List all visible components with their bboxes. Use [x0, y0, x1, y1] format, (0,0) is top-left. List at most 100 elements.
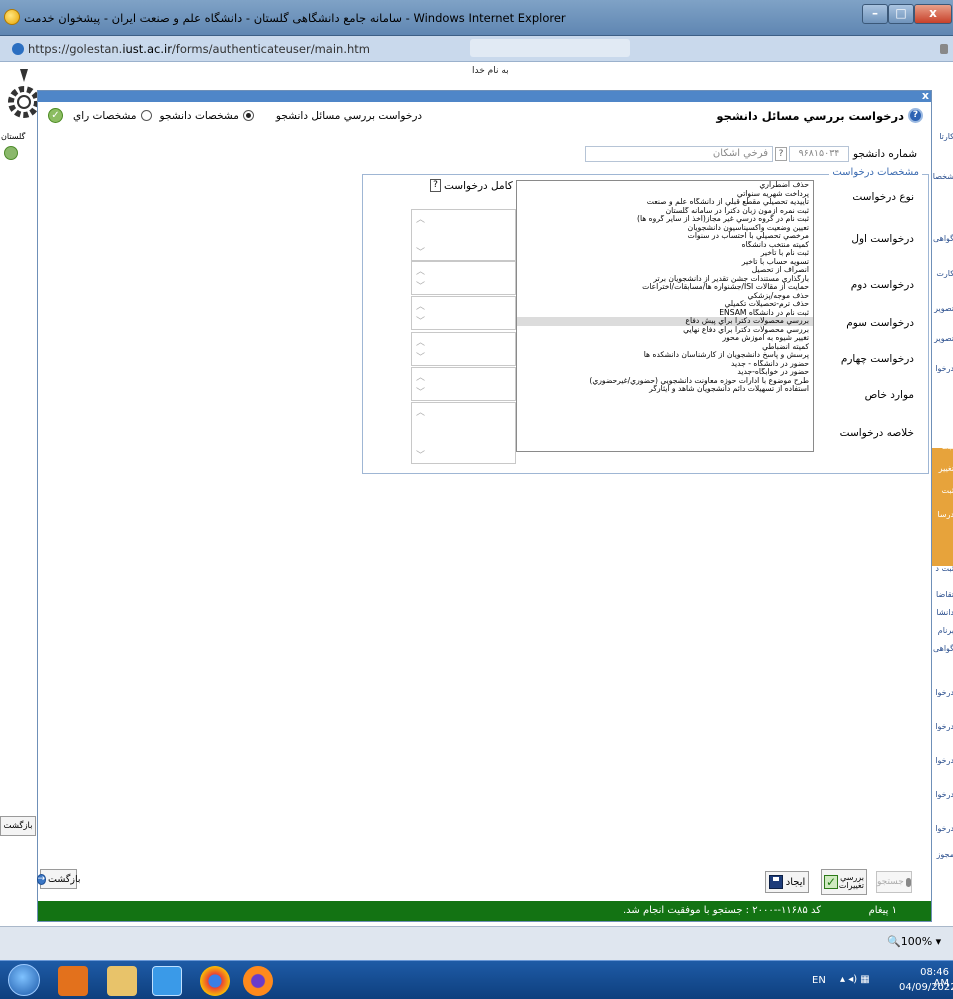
dropdown-option[interactable]: ثبت نام در دانشگاه ENSAM — [517, 309, 813, 318]
dropdown-option[interactable]: تعيين وضعيت واكسيناسيون دانشجويان — [517, 224, 813, 233]
right-menu-item[interactable]: تغییر — [930, 464, 953, 473]
right-menu-item[interactable]: درخوا — [930, 364, 953, 373]
first-request-textarea[interactable]: ︿ ﹀ — [411, 209, 516, 261]
dropdown-option[interactable]: تسويه حساب با تاخير — [517, 258, 813, 267]
page-icon — [12, 43, 24, 55]
radio-specs[interactable] — [242, 110, 254, 121]
radio-specs-label: مشخصات دانشجو — [159, 109, 239, 122]
create-button[interactable]: ايجاد — [765, 871, 809, 893]
back-button[interactable]: بازگشت → — [36, 869, 81, 889]
dialog-title-text: درخواست بررسي مسائل دانشجو — [716, 108, 904, 123]
radio-vote[interactable] — [140, 110, 152, 121]
chrome-taskbar-icon[interactable] — [200, 966, 230, 996]
student-number-field[interactable]: ۹۶۸۱۵۰۳۴ — [789, 146, 849, 162]
dropdown-option[interactable]: تاييديه تحصيلي مقطع قبلي از دانشگاه علم … — [517, 198, 813, 207]
outlook-taskbar-icon[interactable] — [58, 966, 88, 996]
dropdown-option[interactable]: بررسي محصولات دكترا براي پيش دفاع — [517, 317, 813, 326]
logo-caption: گلستان — [1, 132, 26, 141]
view-full-help-icon[interactable]: ? — [430, 179, 441, 192]
help-icon[interactable]: ? — [908, 108, 923, 123]
right-menu-item[interactable]: مجوز — [930, 850, 953, 859]
right-menu-item[interactable]: درخوا — [930, 790, 953, 799]
review-changes-button[interactable]: بررسي تغييرات ✓ — [821, 869, 867, 895]
special-cases-textarea[interactable]: ︿ ﹀ — [411, 367, 516, 401]
right-menu-item[interactable]: ثبت — [930, 442, 953, 451]
label-fourth-request: درخواست چهارم — [840, 353, 914, 365]
dropdown-option[interactable]: مرخصي تحصيلي با احتساب در سنوات — [517, 232, 813, 241]
search-button[interactable]: جستجو — [876, 871, 912, 893]
zoom-level[interactable]: 🔍100% ▾ — [887, 935, 941, 948]
dropdown-option[interactable]: بررسي محصولات دكترا براي دفاع نهايي — [517, 326, 813, 335]
dropdown-option[interactable]: حمايت از مقالات ISI/جشنواره ها/مسابقات/ا… — [517, 283, 813, 292]
right-menu-item[interactable]: درخوا — [930, 722, 953, 731]
speaker-icon[interactable]: ▴ ◂) ▦ — [840, 974, 870, 985]
dropdown-option[interactable]: پرداخت شهريه سنواتي — [517, 190, 813, 199]
message-count[interactable]: ۱ پيغام — [869, 905, 897, 916]
explorer-taskbar-icon[interactable] — [107, 966, 137, 996]
right-menu-item[interactable]: درخوا — [930, 688, 953, 697]
view-radio-group: درخواست بررسي مسائل دانشجو مشخصات دانشجو… — [48, 108, 422, 123]
dropdown-option[interactable]: حضور در دانشگاه - جديد — [517, 360, 813, 369]
ie-logo-icon — [4, 9, 20, 25]
right-menu-item[interactable]: تصویر — [930, 304, 953, 313]
right-menu-item[interactable]: کارتا — [930, 132, 953, 141]
label-special-cases: موارد خاص — [864, 389, 914, 401]
dropdown-option[interactable]: حذف ترم-تحصيلات تكميلي — [517, 300, 813, 309]
dropdown-option[interactable]: انصراف از تحصيل — [517, 266, 813, 275]
dropdown-option[interactable]: كميته منتخب دانشگاه — [517, 241, 813, 250]
student-lookup-button[interactable]: ? — [775, 147, 787, 161]
binoculars-icon — [905, 877, 911, 887]
language-indicator[interactable]: EN — [812, 975, 826, 986]
third-request-textarea[interactable]: ︿ ﹀ — [411, 296, 516, 330]
right-menu-item[interactable]: گواهی — [930, 234, 953, 243]
url-text[interactable]: https://golestan.iust.ac.ir/forms/authen… — [28, 42, 370, 56]
dropdown-option[interactable]: استفاده از تسهيلات دائم دانشجويان شاهد و… — [517, 385, 813, 394]
dropdown-option[interactable]: تغيير شيوه به آموزش محور — [517, 334, 813, 343]
right-menu-item[interactable]: برنام — [930, 626, 953, 635]
right-menu-item[interactable]: کارت — [930, 269, 953, 278]
right-menu-item[interactable]: درخوا — [930, 394, 953, 403]
label-first-request: درخواست اول — [851, 233, 914, 245]
check-icon[interactable]: ✓ — [48, 108, 63, 123]
search-button-label: جستجو — [877, 877, 904, 887]
right-menu-item[interactable]: تقاضا — [930, 590, 953, 599]
right-menu-item[interactable]: ثبت — [930, 486, 953, 495]
dropdown-option[interactable]: حضور در خوابگاه-جديد — [517, 368, 813, 377]
close-window-button[interactable]: x — [914, 4, 952, 24]
create-button-label: ايجاد — [785, 876, 806, 888]
background-back-button[interactable]: بازگشت — [0, 816, 36, 836]
right-menu-item[interactable]: درخوا — [930, 756, 953, 765]
student-number-label: شماره دانشجو — [853, 148, 918, 160]
app-header: به نام خدا — [0, 62, 953, 92]
fourth-request-textarea[interactable]: ︿ ﹀ — [411, 332, 516, 366]
summary-textarea[interactable]: ︿ ﹀ — [411, 402, 516, 464]
firefox-taskbar-icon[interactable] — [243, 966, 273, 996]
request-type-dropdown-list[interactable]: حذف اضطراري پرداخت شهريه سنواتي تاييديه تح… — [516, 180, 814, 452]
clock-date[interactable]: 04/09/2022 — [899, 982, 953, 993]
right-menu-item[interactable]: دانشا — [930, 608, 953, 617]
dropdown-option[interactable]: ثبت نام در گروه درسي غير مجاز(اخذ از ساي… — [517, 215, 813, 224]
second-request-textarea[interactable]: ︿ ﹀ — [411, 261, 516, 295]
ie-taskbar-icon[interactable] — [152, 966, 182, 996]
start-button[interactable] — [8, 964, 40, 996]
minimize-button[interactable]: – — [862, 4, 888, 24]
dropdown-option[interactable]: بارگذاري مستندات جشن تقدير از دانشجويان … — [517, 275, 813, 284]
right-menu-item[interactable]: شخصا — [930, 172, 953, 181]
dropdown-option[interactable]: پرسش و پاسخ دانشجويان از كارشناسان دانشك… — [517, 351, 813, 360]
dialog-close-icon[interactable]: x — [922, 89, 929, 102]
dropdown-option[interactable]: كميته انضباطي — [517, 343, 813, 352]
dropdown-option[interactable]: طرح موضوع با ادارات حوزه معاونت دانشجويي… — [517, 377, 813, 386]
right-menu-item[interactable]: درسا — [930, 510, 953, 519]
background-tab[interactable] — [470, 39, 630, 57]
address-bar[interactable]: https://golestan.iust.ac.ir/forms/authen… — [0, 36, 953, 62]
maximize-button[interactable]: □ — [888, 4, 914, 24]
right-menu-item[interactable]: ثبت د — [930, 564, 953, 573]
dropdown-option[interactable]: ثبت نمره آزمون زبان دكترا در سامانه گلست… — [517, 207, 813, 216]
right-menu-item[interactable]: گواهی — [930, 644, 953, 653]
dropdown-option[interactable]: ثبت نام با تاخير — [517, 249, 813, 258]
dropdown-option[interactable]: حذف موجه/پزشكي — [517, 292, 813, 301]
right-menu-item[interactable]: درخوا — [930, 824, 953, 833]
right-menu-item[interactable]: تصویر — [930, 334, 953, 343]
right-menu-item[interactable]: حذف — [930, 420, 953, 429]
dropdown-option[interactable]: حذف اضطراري — [517, 181, 813, 190]
